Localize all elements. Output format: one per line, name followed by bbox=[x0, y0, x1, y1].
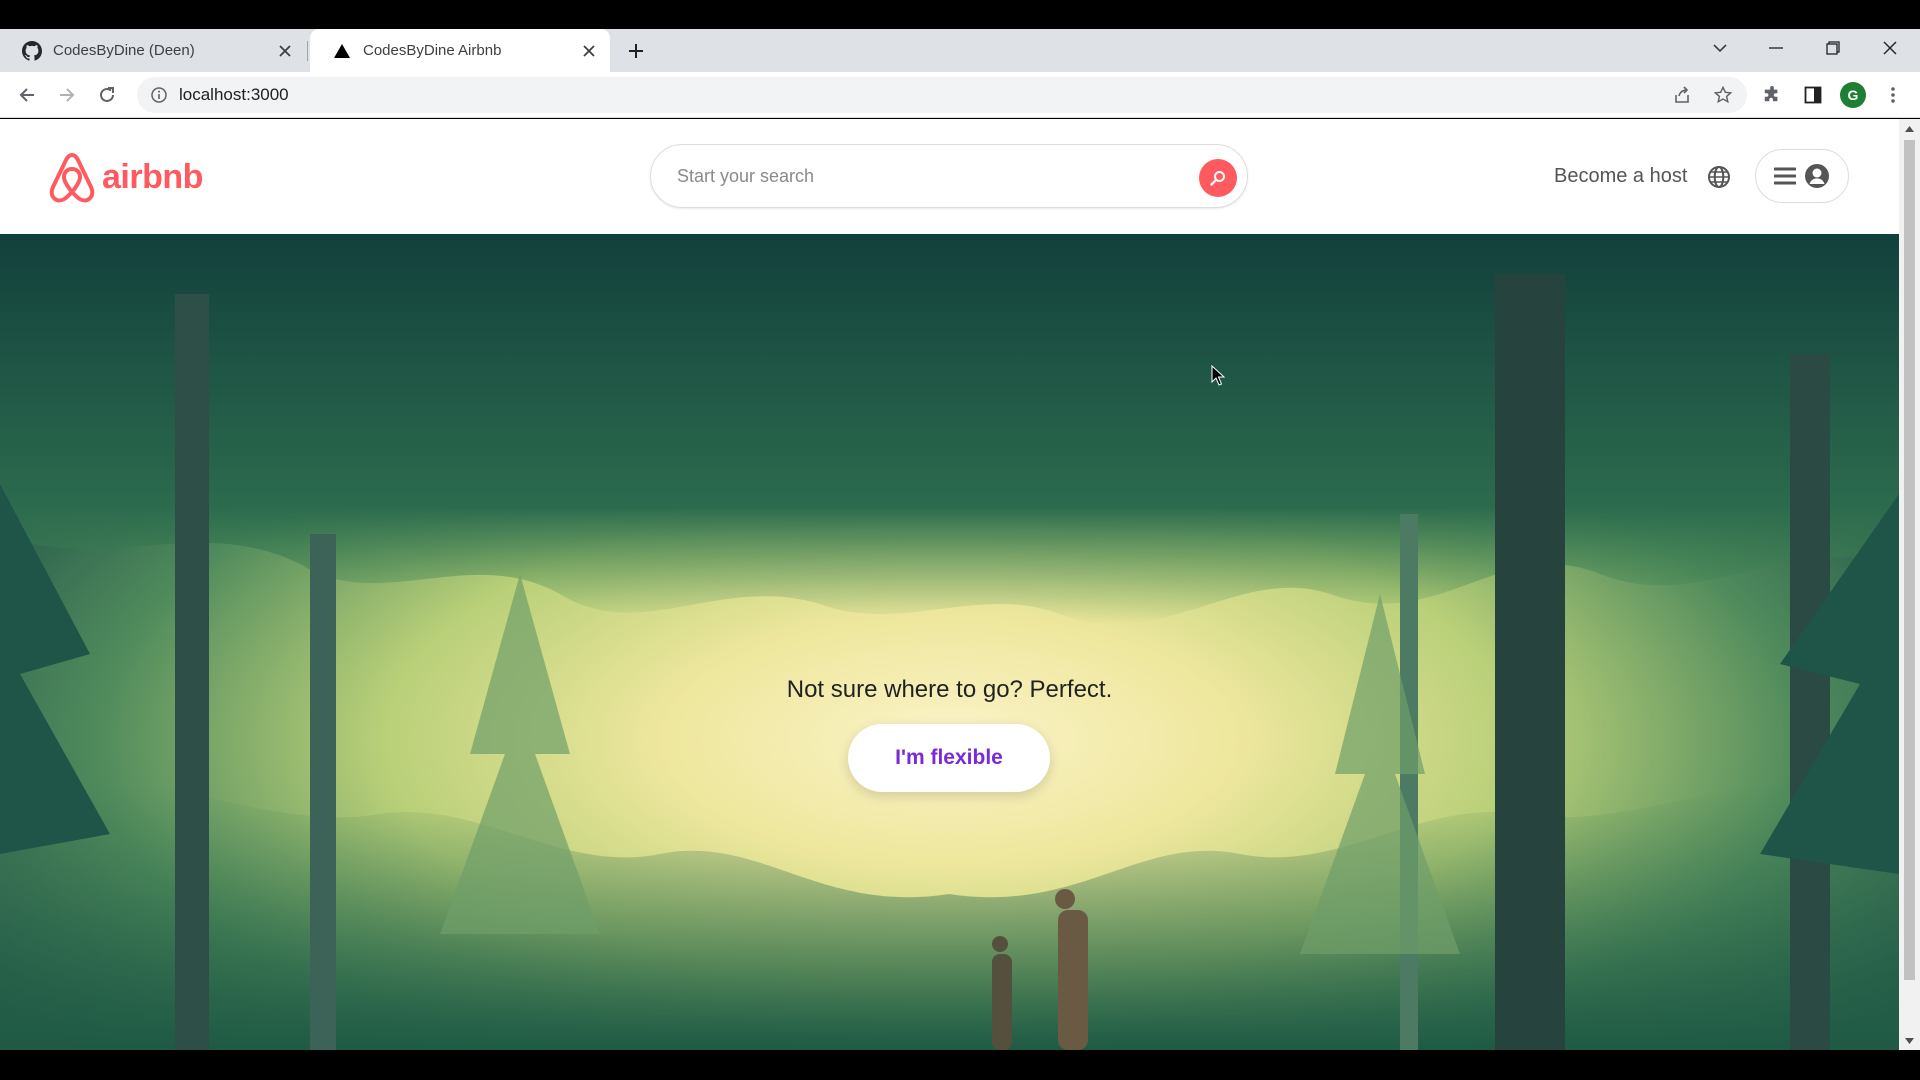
info-icon[interactable] bbox=[149, 85, 169, 105]
restore-icon[interactable] bbox=[1813, 33, 1853, 63]
minimize-icon[interactable] bbox=[1756, 33, 1796, 63]
profile-avatar[interactable]: G bbox=[1840, 82, 1866, 108]
back-arrow-icon[interactable] bbox=[11, 79, 43, 111]
search-button[interactable] bbox=[1199, 159, 1237, 197]
tab-title: CodesByDine (Deen) bbox=[53, 42, 195, 59]
user-avatar-icon bbox=[1805, 164, 1829, 188]
search-input[interactable] bbox=[677, 165, 1177, 187]
tab-strip: CodesByDine (Deen) CodesByDine Airbnb bbox=[0, 29, 1920, 72]
search-icon bbox=[1210, 171, 1225, 186]
globe-icon[interactable] bbox=[1705, 163, 1733, 191]
tab-title: CodesByDine Airbnb bbox=[363, 42, 502, 59]
tab-close-icon[interactable] bbox=[578, 40, 600, 62]
screen: CodesByDine (Deen) CodesByDine Airbnb lo… bbox=[0, 0, 1920, 1080]
tab-separator bbox=[307, 41, 308, 61]
close-window-icon[interactable] bbox=[1870, 33, 1910, 63]
share-icon[interactable] bbox=[1668, 81, 1696, 109]
tab-github[interactable]: CodesByDine (Deen) bbox=[0, 29, 306, 72]
kebab-menu-icon[interactable] bbox=[1879, 81, 1907, 109]
user-menu-button[interactable] bbox=[1755, 149, 1849, 203]
screen-bottom-bar bbox=[0, 1050, 1920, 1080]
airbnb-logo[interactable]: airbnb bbox=[48, 151, 203, 203]
forward-arrow-icon[interactable] bbox=[51, 79, 83, 111]
extensions-icon[interactable] bbox=[1758, 81, 1786, 109]
hero-tagline: Not sure where to go? Perfect. bbox=[786, 676, 1113, 703]
url-text: localhost:3000 bbox=[179, 85, 289, 104]
scroll-up-arrow-icon[interactable] bbox=[1904, 123, 1915, 134]
forest-hero-image bbox=[0, 234, 1899, 1050]
logo-text: airbnb bbox=[102, 157, 203, 196]
airbnb-logo-icon bbox=[49, 153, 95, 203]
mouse-pointer-icon bbox=[1211, 364, 1226, 392]
browser-toolbar: localhost:3000 G bbox=[0, 72, 1920, 118]
become-host-link[interactable]: Become a host bbox=[1554, 165, 1687, 188]
new-tab-icon[interactable] bbox=[622, 37, 650, 65]
tab-search-chevron-icon[interactable] bbox=[1700, 33, 1740, 63]
side-panel-icon[interactable] bbox=[1799, 81, 1827, 109]
page-scrollbar[interactable] bbox=[1899, 119, 1920, 1050]
im-flexible-button[interactable]: I'm flexible bbox=[848, 724, 1050, 792]
star-icon[interactable] bbox=[1709, 81, 1737, 109]
search-bar[interactable] bbox=[650, 144, 1248, 208]
tab-close-icon[interactable] bbox=[274, 40, 296, 62]
address-bar[interactable]: localhost:3000 bbox=[137, 77, 1747, 113]
triangle-icon bbox=[332, 41, 352, 61]
site-header: airbnb Become a host bbox=[0, 119, 1899, 234]
scrollbar-thumb[interactable] bbox=[1904, 140, 1915, 980]
hero-banner: Not sure where to go? Perfect. I'm flexi… bbox=[0, 234, 1899, 1050]
reload-icon[interactable] bbox=[91, 79, 123, 111]
github-icon bbox=[22, 40, 42, 61]
scroll-down-arrow-icon[interactable] bbox=[1904, 1035, 1915, 1046]
page-viewport: airbnb Become a host bbox=[0, 119, 1899, 1050]
tab-airbnb[interactable]: CodesByDine Airbnb bbox=[310, 29, 610, 72]
hamburger-menu-icon bbox=[1774, 167, 1796, 185]
